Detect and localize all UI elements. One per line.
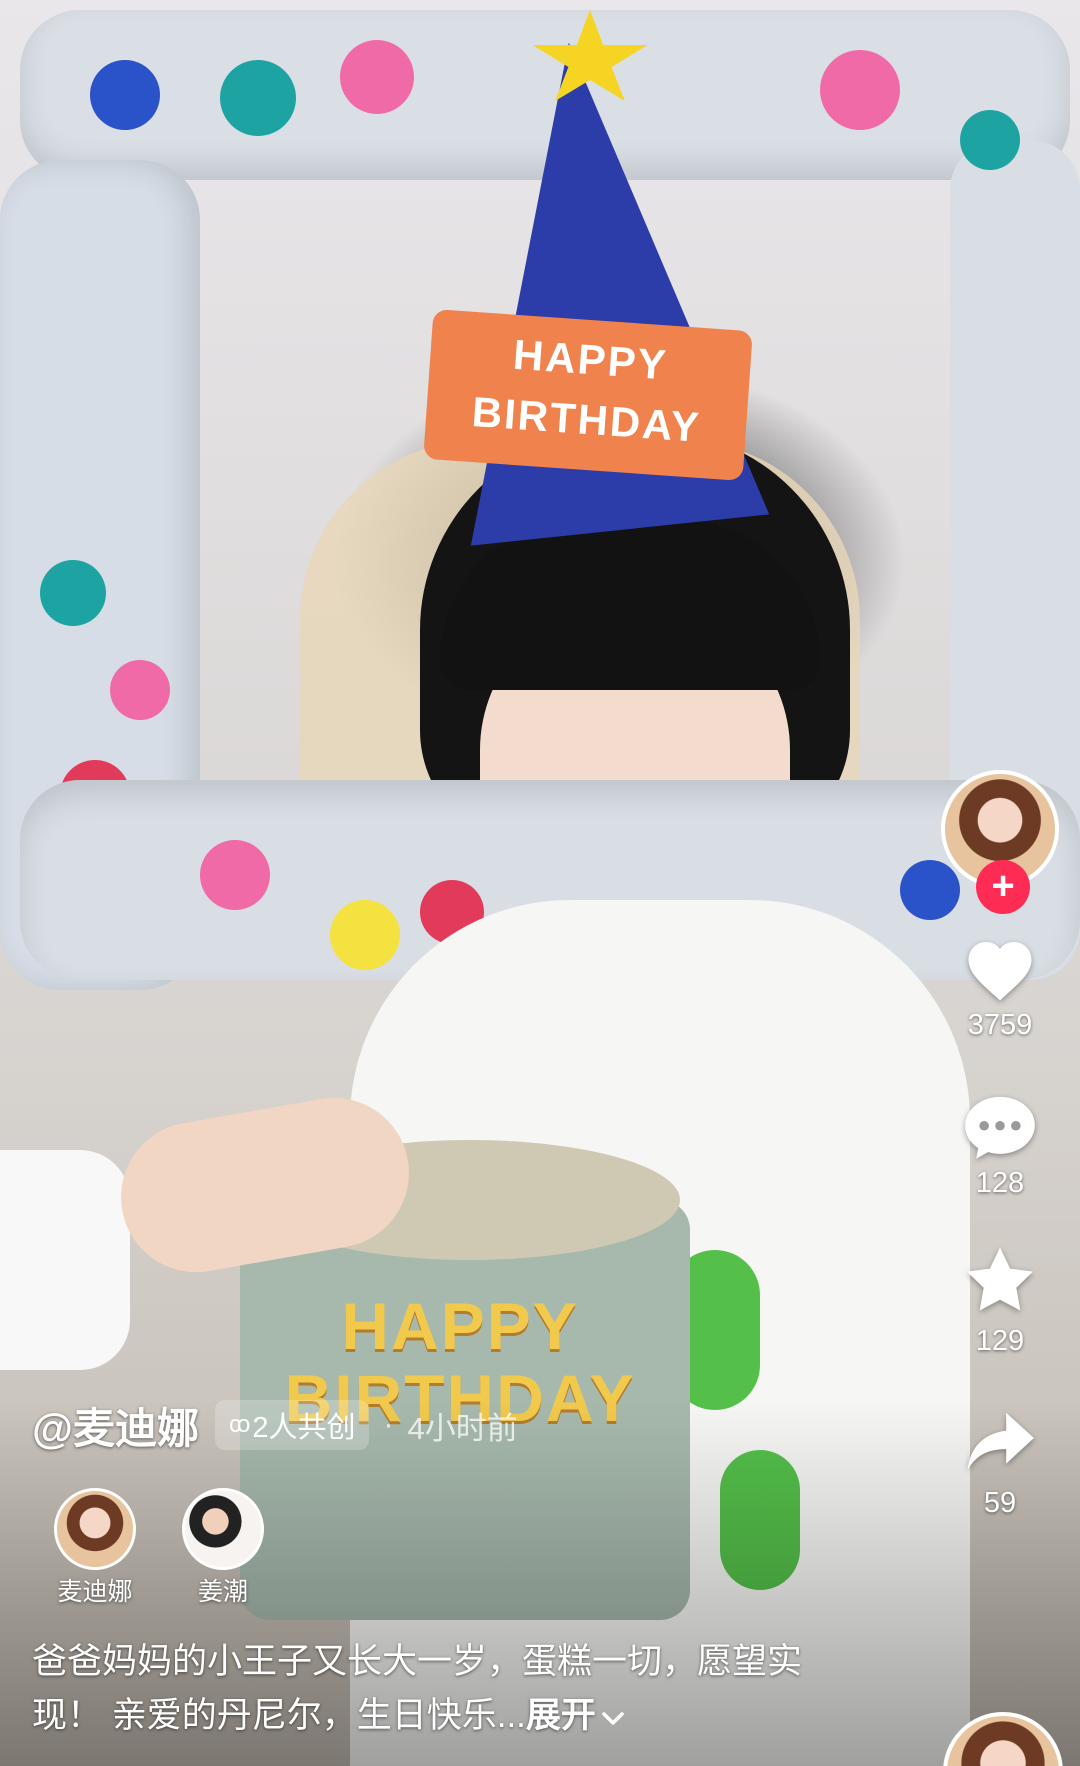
separator-dot: · bbox=[383, 1408, 394, 1441]
post-time: 4小时前 bbox=[407, 1410, 518, 1446]
favorite-count: 129 bbox=[975, 1325, 1025, 1357]
video-caption[interactable]: 爸爸妈妈的小王子又长大一岁，蛋糕一切，愿望实现！ 亲爱的丹尼尔，生日快乐...展… bbox=[32, 1635, 852, 1743]
author-avatar-wrap: + bbox=[941, 770, 1059, 914]
avatar bbox=[54, 1488, 136, 1570]
cocreator-item[interactable]: 姜潮 bbox=[168, 1488, 278, 1608]
balloon-dot bbox=[40, 560, 106, 626]
balloon-dot bbox=[110, 660, 170, 720]
comment-count: 128 bbox=[975, 1167, 1025, 1199]
author-line: @麦迪娜 co 2人共创 · 4小时前 bbox=[32, 1395, 518, 1455]
hat-label: HAPPY BIRTHDAY bbox=[423, 309, 753, 481]
share-count: 59 bbox=[983, 1487, 1017, 1519]
cocreate-label: 2人共创 bbox=[252, 1412, 356, 1444]
star-icon bbox=[967, 1247, 1033, 1311]
balloon-dot bbox=[220, 60, 296, 136]
balloon-dot bbox=[340, 40, 414, 114]
chevron-down-icon bbox=[602, 1712, 624, 1725]
cocreator-name: 姜潮 bbox=[197, 1578, 248, 1606]
cocreator-name: 麦迪娜 bbox=[57, 1578, 133, 1606]
author-name[interactable]: @麦迪娜 bbox=[32, 1395, 199, 1456]
expand-button[interactable]: 展开 bbox=[526, 1696, 626, 1735]
cocreate-badge[interactable]: co 2人共创 bbox=[214, 1400, 370, 1450]
avatar bbox=[182, 1488, 264, 1570]
balloon-dot bbox=[330, 900, 400, 970]
balloon-dot bbox=[90, 60, 160, 130]
follow-button[interactable]: + bbox=[976, 860, 1030, 914]
balloon-dot bbox=[200, 840, 270, 910]
video-player[interactable]: HAPPY BIRTHDAY HAPPY BIRTHDAY + 3759 128 bbox=[0, 0, 1080, 1766]
share-button[interactable]: 59 bbox=[930, 1408, 1070, 1522]
balloon-dot bbox=[960, 110, 1020, 170]
expand-label: 展开 bbox=[525, 1696, 596, 1735]
like-count: 3759 bbox=[967, 1009, 1033, 1041]
balloon-dot bbox=[820, 50, 900, 130]
cocreator-item[interactable]: 麦迪娜 bbox=[40, 1488, 150, 1608]
share-icon bbox=[967, 1412, 1034, 1470]
heart-icon bbox=[968, 942, 1032, 1001]
cocreator-list: 麦迪娜 姜潮 bbox=[40, 1488, 296, 1608]
caption-text: 爸爸妈妈的小王子又长大一岁，蛋糕一切，愿望实现！ 亲爱的丹尼尔，生日快乐... bbox=[32, 1642, 803, 1735]
like-button[interactable]: 3759 bbox=[930, 936, 1070, 1044]
favorite-button[interactable]: 129 bbox=[930, 1244, 1070, 1360]
comment-button[interactable]: 128 bbox=[930, 1092, 1070, 1202]
comment-icon bbox=[965, 1096, 1035, 1159]
cocreate-icon: co bbox=[228, 1411, 250, 1438]
action-rail: + 3759 128 129 59 bbox=[930, 770, 1070, 1522]
adult-arm bbox=[0, 1150, 130, 1370]
